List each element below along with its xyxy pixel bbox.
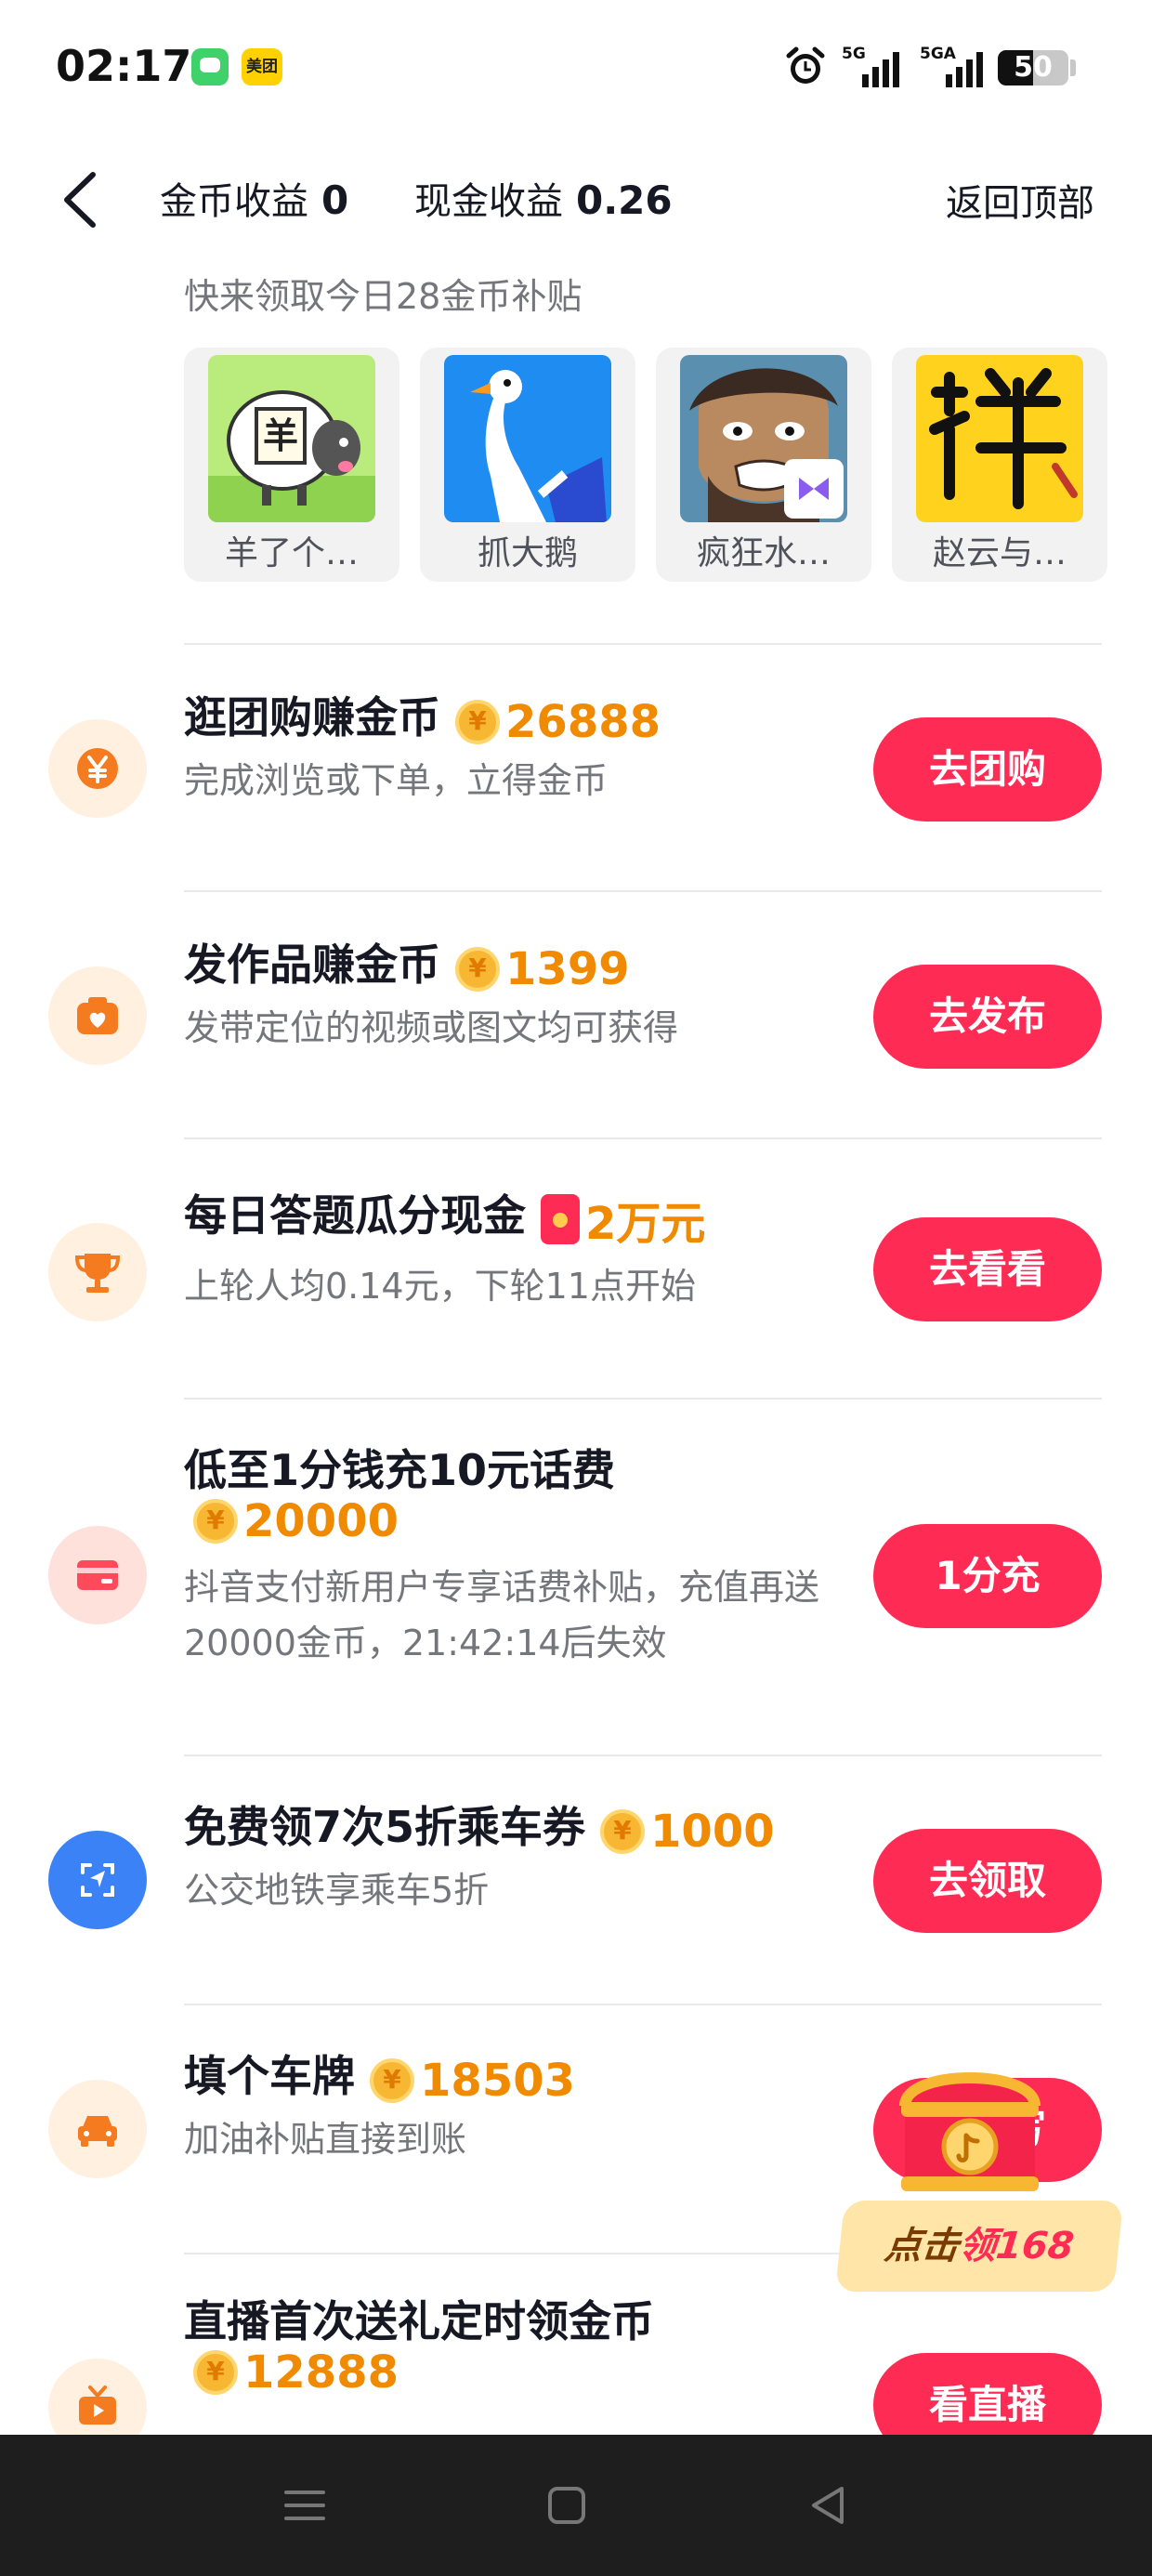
reward-amount: 2万元 [541, 1187, 705, 1252]
signal-5ga-icon: 5GA [920, 45, 985, 87]
task-title: 发作品赚金币 1399 [184, 931, 630, 995]
game-card[interactable]: 疯狂水… [656, 348, 871, 582]
alarm-icon [786, 46, 825, 84]
game-name: 抓大鹅 [477, 534, 578, 572]
task-title: 免费领7次5折乘车券 1000 [184, 1794, 775, 1858]
messages-app-icon [191, 48, 229, 85]
chest-label: 点击领168 [834, 2201, 1124, 2292]
task-description: 公交地铁享乘车5折 [184, 1870, 490, 1911]
coin-icon [455, 946, 501, 992]
svg-text:羊: 羊 [263, 415, 298, 456]
back-to-top-button[interactable]: 返回顶部 [946, 173, 1094, 227]
status-bar: 02:17 美团 5G 5GA 50 [0, 0, 1152, 139]
reward-amount: 18503 [370, 2052, 575, 2107]
red-packet-icon [541, 1193, 581, 1244]
task-icon-badge [48, 1831, 147, 1929]
battery-level: 50 [1014, 51, 1053, 84]
coin-icon [455, 699, 501, 744]
meituan-app-icon: 美团 [242, 48, 282, 85]
task-row: 免费领7次5折乘车券 1000 公交地铁享乘车5折 去领取 [0, 1756, 1152, 2004]
task-description: 抖音支付新用户专享话费补贴，充值再送20000金币，21:42:14后失效 [184, 1567, 820, 1663]
task-description: 完成浏览或下单，立得金币 [184, 760, 609, 801]
task-description: 上轮人均0.14元，下轮11点开始 [184, 1266, 696, 1307]
task-title: 逛团购赚金币 26888 [184, 684, 661, 748]
task-title: 低至1分钱充10元话费 [184, 1445, 616, 1495]
go-look-button[interactable]: 去看看 [873, 1217, 1102, 1321]
go-claim-button[interactable]: 去领取 [873, 1829, 1102, 1933]
reward-amount: 1000 [600, 1803, 775, 1858]
game-name: 疯狂水… [696, 534, 831, 572]
goose-game-thumbnail [444, 355, 611, 522]
watch-live-button[interactable]: 看直播 [873, 2353, 1102, 2435]
one-cent-recharge-button[interactable]: 1分充 [873, 1524, 1102, 1628]
game-name: 羊了个… [224, 534, 359, 572]
games-subtitle: 快来领取今日28金币补贴 [184, 276, 583, 317]
task-title: 填个车牌 18503 [184, 2043, 575, 2107]
task-icon-badge [48, 2359, 147, 2435]
game-carousel: 羊 羊了个… 抓大鹅 疯狂水… 赵云与… [184, 348, 1113, 582]
battery-icon: 50 [998, 50, 1068, 85]
task-icon-badge [48, 1526, 147, 1624]
signal-5g-icon: 5G [842, 45, 901, 87]
sheep-game-thumbnail: 羊 [208, 355, 375, 522]
go-publish-button[interactable]: 去发布 [873, 965, 1102, 1069]
game-card[interactable]: 羊 羊了个… [184, 348, 399, 582]
go-group-buy-button[interactable]: 去团购 [873, 717, 1102, 821]
task-icon-badge [48, 2080, 147, 2178]
game-card[interactable]: 抓大鹅 [420, 348, 635, 582]
gold-earnings: 金币收益 0 [160, 177, 349, 223]
cash-earnings: 现金收益 0.26 [414, 177, 673, 223]
reward-amount: 1399 [455, 940, 630, 995]
top-header: 金币收益 0 现金收益 0.26 返回顶部 [0, 139, 1152, 256]
reward-amount: 12888 [193, 2344, 399, 2399]
menu-icon[interactable] [277, 2477, 333, 2533]
zhaoyun-game-thumbnail [916, 355, 1083, 522]
camera-icon [77, 997, 118, 1034]
task-row: 低至1分钱充10元话费 20000 抖音支付新用户专享话费补贴，充值再送2000… [0, 1400, 1152, 1755]
trophy-icon [74, 1254, 121, 1293]
task-icon-badge [48, 1223, 147, 1321]
coin-icon [193, 2349, 238, 2395]
game-card[interactable]: 赵云与… [892, 348, 1107, 582]
floating-treasure-chest[interactable]: 点击领168 [834, 2050, 1124, 2301]
gold-earnings-value: 0 [321, 177, 349, 223]
tv-icon [79, 2385, 116, 2425]
clock: 02:17 [56, 41, 192, 91]
reward-amount: 26888 [455, 693, 661, 748]
coin-icon [600, 1808, 646, 1854]
coin-icon [370, 2057, 415, 2103]
system-nav-bar [0, 2435, 1152, 2576]
crazy-water-game-thumbnail [680, 355, 847, 522]
card-icon [77, 1560, 118, 1590]
task-title: 每日答题瓜分现金 2万元 [184, 1182, 705, 1252]
back-triangle-icon[interactable] [801, 2477, 857, 2533]
task-row: 每日答题瓜分现金 2万元 上轮人均0.14元，下轮11点开始 去看看 [0, 1139, 1152, 1400]
coin-icon [193, 1498, 238, 1544]
task-description: 加油补贴直接到账 [184, 2119, 467, 2160]
yuan-icon [77, 748, 118, 789]
home-square-icon[interactable] [539, 2477, 595, 2533]
task-icon-badge [48, 719, 147, 818]
cash-earnings-value: 0.26 [576, 177, 673, 223]
game-name: 赵云与… [932, 534, 1067, 572]
navigation-icon [81, 1863, 114, 1897]
task-icon-badge [48, 966, 147, 1065]
back-arrow-icon[interactable] [56, 167, 111, 232]
task-description: 发带定位的视频或图文均可获得 [184, 1007, 679, 1048]
task-row: 逛团购赚金币 26888 完成浏览或下单，立得金币 去团购 [0, 645, 1152, 890]
task-row: 发作品赚金币 1399 发带定位的视频或图文均可获得 去发布 [0, 892, 1152, 1137]
reward-amount: 20000 [193, 1492, 399, 1547]
car-icon [78, 2116, 117, 2147]
task-title: 直播首次送礼定时领金币 [184, 2296, 654, 2346]
treasure-chest-icon [899, 2072, 1041, 2191]
